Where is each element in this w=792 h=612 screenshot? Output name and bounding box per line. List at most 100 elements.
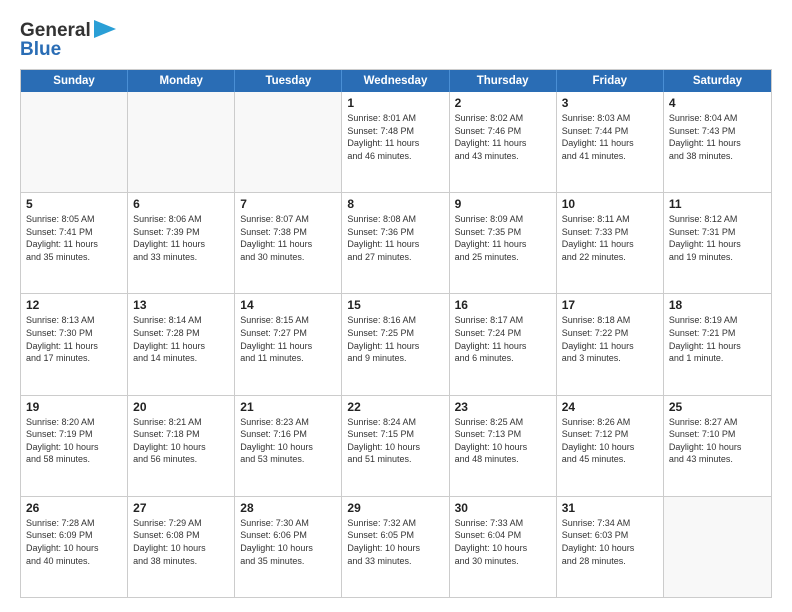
day-info: Sunrise: 7:30 AM <box>240 517 336 530</box>
day-cell-27: 27Sunrise: 7:29 AMSunset: 6:08 PMDayligh… <box>128 497 235 597</box>
day-number: 31 <box>562 501 658 515</box>
day-info: Sunset: 7:36 PM <box>347 226 443 239</box>
day-info: Daylight: 10 hours <box>240 542 336 555</box>
day-info: and 1 minute. <box>669 352 766 365</box>
logo: General Blue <box>20 18 116 61</box>
day-number: 6 <box>133 197 229 211</box>
day-info: Sunrise: 8:24 AM <box>347 416 443 429</box>
day-number: 23 <box>455 400 551 414</box>
day-cell-25: 25Sunrise: 8:27 AMSunset: 7:10 PMDayligh… <box>664 396 771 496</box>
day-info: and 46 minutes. <box>347 150 443 163</box>
day-info: Sunrise: 8:06 AM <box>133 213 229 226</box>
day-info: Sunset: 7:27 PM <box>240 327 336 340</box>
day-info: Daylight: 10 hours <box>133 441 229 454</box>
page: General Blue SundayMondayTuesdayWednesda… <box>0 0 792 612</box>
day-number: 10 <box>562 197 658 211</box>
day-number: 28 <box>240 501 336 515</box>
calendar-row-3: 12Sunrise: 8:13 AMSunset: 7:30 PMDayligh… <box>21 293 771 394</box>
day-number: 21 <box>240 400 336 414</box>
day-info: Sunset: 7:30 PM <box>26 327 122 340</box>
day-info: Sunrise: 8:05 AM <box>26 213 122 226</box>
day-info: Daylight: 11 hours <box>562 340 658 353</box>
day-number: 1 <box>347 96 443 110</box>
day-cell-22: 22Sunrise: 8:24 AMSunset: 7:15 PMDayligh… <box>342 396 449 496</box>
day-info: and 30 minutes. <box>240 251 336 264</box>
day-number: 15 <box>347 298 443 312</box>
calendar-row-4: 19Sunrise: 8:20 AMSunset: 7:19 PMDayligh… <box>21 395 771 496</box>
weekday-header-saturday: Saturday <box>664 70 771 92</box>
day-info: Daylight: 11 hours <box>562 137 658 150</box>
day-cell-14: 14Sunrise: 8:15 AMSunset: 7:27 PMDayligh… <box>235 294 342 394</box>
day-info: Sunrise: 8:15 AM <box>240 314 336 327</box>
day-number: 14 <box>240 298 336 312</box>
day-info: Daylight: 10 hours <box>26 441 122 454</box>
day-number: 16 <box>455 298 551 312</box>
day-info: and 30 minutes. <box>455 555 551 568</box>
day-info: and 14 minutes. <box>133 352 229 365</box>
day-info: Daylight: 10 hours <box>455 542 551 555</box>
day-cell-12: 12Sunrise: 8:13 AMSunset: 7:30 PMDayligh… <box>21 294 128 394</box>
day-info: Sunset: 6:09 PM <box>26 529 122 542</box>
day-info: Sunrise: 8:23 AM <box>240 416 336 429</box>
day-info: and 56 minutes. <box>133 453 229 466</box>
day-number: 30 <box>455 501 551 515</box>
day-info: and 35 minutes. <box>240 555 336 568</box>
day-info: Sunset: 7:38 PM <box>240 226 336 239</box>
day-info: Sunset: 7:18 PM <box>133 428 229 441</box>
day-cell-18: 18Sunrise: 8:19 AMSunset: 7:21 PMDayligh… <box>664 294 771 394</box>
day-info: and 11 minutes. <box>240 352 336 365</box>
day-info: Sunrise: 8:16 AM <box>347 314 443 327</box>
day-cell-30: 30Sunrise: 7:33 AMSunset: 6:04 PMDayligh… <box>450 497 557 597</box>
day-info: Sunset: 6:05 PM <box>347 529 443 542</box>
day-info: and 33 minutes. <box>133 251 229 264</box>
day-info: Daylight: 11 hours <box>455 238 551 251</box>
day-number: 8 <box>347 197 443 211</box>
day-info: Sunrise: 7:32 AM <box>347 517 443 530</box>
day-number: 4 <box>669 96 766 110</box>
weekday-header-thursday: Thursday <box>450 70 557 92</box>
day-info: Sunrise: 8:08 AM <box>347 213 443 226</box>
day-info: Sunset: 7:39 PM <box>133 226 229 239</box>
day-info: Sunrise: 8:21 AM <box>133 416 229 429</box>
day-cell-20: 20Sunrise: 8:21 AMSunset: 7:18 PMDayligh… <box>128 396 235 496</box>
day-info: Daylight: 11 hours <box>347 137 443 150</box>
day-info: Sunrise: 8:19 AM <box>669 314 766 327</box>
day-number: 29 <box>347 501 443 515</box>
day-number: 18 <box>669 298 766 312</box>
day-info: Sunset: 7:48 PM <box>347 125 443 138</box>
day-info: Sunrise: 8:12 AM <box>669 213 766 226</box>
day-info: Sunrise: 8:07 AM <box>240 213 336 226</box>
day-info: and 51 minutes. <box>347 453 443 466</box>
day-number: 26 <box>26 501 122 515</box>
day-info: and 6 minutes. <box>455 352 551 365</box>
day-info: and 35 minutes. <box>26 251 122 264</box>
day-info: Sunset: 6:06 PM <box>240 529 336 542</box>
day-info: Daylight: 10 hours <box>347 441 443 454</box>
day-info: Daylight: 11 hours <box>455 137 551 150</box>
day-info: Daylight: 10 hours <box>669 441 766 454</box>
day-info: and 45 minutes. <box>562 453 658 466</box>
day-cell-24: 24Sunrise: 8:26 AMSunset: 7:12 PMDayligh… <box>557 396 664 496</box>
day-info: Sunrise: 8:01 AM <box>347 112 443 125</box>
day-info: Daylight: 11 hours <box>26 238 122 251</box>
weekday-header-wednesday: Wednesday <box>342 70 449 92</box>
day-info: Sunset: 7:44 PM <box>562 125 658 138</box>
day-number: 3 <box>562 96 658 110</box>
day-info: Sunset: 7:46 PM <box>455 125 551 138</box>
day-number: 2 <box>455 96 551 110</box>
day-info: Daylight: 10 hours <box>240 441 336 454</box>
day-info: Sunset: 7:12 PM <box>562 428 658 441</box>
day-info: Daylight: 10 hours <box>347 542 443 555</box>
day-info: Sunset: 7:21 PM <box>669 327 766 340</box>
empty-cell-0-1 <box>128 92 235 192</box>
day-info: Daylight: 11 hours <box>562 238 658 251</box>
empty-cell-4-6 <box>664 497 771 597</box>
day-number: 5 <box>26 197 122 211</box>
day-info: Daylight: 11 hours <box>347 238 443 251</box>
day-number: 22 <box>347 400 443 414</box>
day-info: Sunrise: 7:33 AM <box>455 517 551 530</box>
day-info: Daylight: 11 hours <box>455 340 551 353</box>
calendar: SundayMondayTuesdayWednesdayThursdayFrid… <box>20 69 772 598</box>
day-cell-13: 13Sunrise: 8:14 AMSunset: 7:28 PMDayligh… <box>128 294 235 394</box>
day-info: Sunrise: 8:20 AM <box>26 416 122 429</box>
